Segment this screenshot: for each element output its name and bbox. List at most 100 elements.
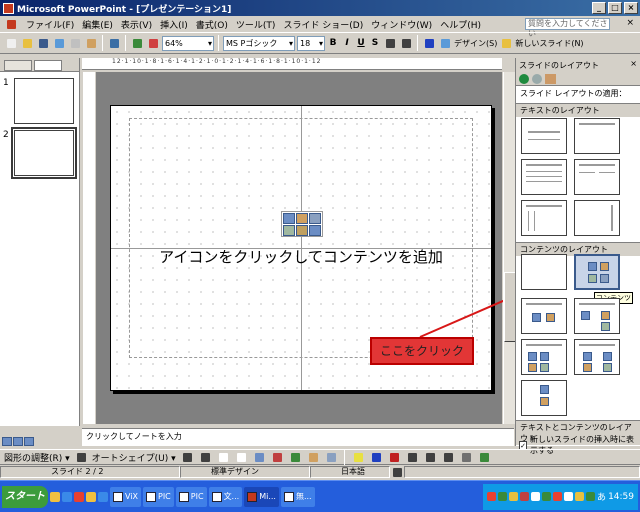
menu-slideshow[interactable]: スライド ショー(D) — [283, 18, 363, 31]
quicklaunch-icon[interactable] — [86, 491, 96, 502]
insert-clipart-icon[interactable] — [309, 213, 321, 224]
sorter-view-icon[interactable] — [13, 437, 23, 446]
quicklaunch-icon[interactable] — [50, 491, 60, 502]
clipart-icon[interactable] — [306, 450, 320, 464]
layout-vertical-title[interactable] — [574, 200, 620, 236]
insert-chart-icon[interactable] — [130, 36, 144, 50]
design-button[interactable]: デザイン(S) — [454, 38, 497, 49]
task-button-pic2[interactable]: PIC — [175, 486, 207, 507]
help-search-input[interactable]: 質問を入力してください — [525, 18, 610, 38]
slideshow-view-icon[interactable] — [24, 437, 34, 446]
undo-icon[interactable] — [107, 36, 121, 50]
font-color-icon[interactable] — [387, 450, 401, 464]
line-icon[interactable] — [180, 450, 194, 464]
new-icon[interactable] — [4, 36, 18, 50]
quicklaunch-icon[interactable] — [74, 491, 84, 502]
layout-title-text[interactable] — [521, 159, 567, 195]
zoom-select[interactable]: 64% — [162, 35, 214, 51]
fill-color-icon[interactable] — [351, 450, 365, 464]
tray-icon[interactable] — [531, 492, 541, 501]
bold-button[interactable]: B — [327, 38, 339, 48]
align-center-icon[interactable] — [399, 36, 413, 50]
layout-title-content[interactable] — [521, 298, 567, 334]
menu-view[interactable]: 表示(V) — [121, 18, 152, 31]
task-button-untitled[interactable]: 無... — [280, 486, 315, 507]
wordart-icon[interactable] — [270, 450, 284, 464]
vertical-scrollbar[interactable] — [503, 72, 516, 424]
italic-button[interactable]: I — [341, 38, 353, 48]
insert-media-icon[interactable] — [309, 225, 321, 236]
task-button-pic1[interactable]: PIC — [143, 486, 174, 507]
menu-file[interactable]: ファイル(F) — [26, 18, 74, 31]
underline-button[interactable]: U — [355, 38, 367, 48]
align-left-icon[interactable] — [383, 36, 397, 50]
tab-outline[interactable] — [4, 60, 32, 71]
tray-icon[interactable] — [575, 492, 585, 501]
tray-icon[interactable] — [553, 492, 563, 501]
layout-content-selected[interactable] — [574, 254, 620, 290]
task-button-doc[interactable]: 文... — [208, 486, 243, 507]
minimize-button[interactable]: _ — [592, 2, 606, 14]
task-pane-close-button[interactable]: × — [630, 59, 637, 68]
tray-icon[interactable] — [564, 492, 574, 501]
dash-style-icon[interactable] — [423, 450, 437, 464]
shadow-button[interactable]: S — [369, 38, 381, 48]
picture-icon[interactable] — [324, 450, 338, 464]
cut-icon[interactable] — [68, 36, 82, 50]
arrow-icon[interactable] — [198, 450, 212, 464]
insert-picture-icon[interactable] — [283, 225, 295, 236]
font-color-icon[interactable] — [422, 36, 436, 50]
shadow-icon[interactable] — [459, 450, 473, 464]
layout-four-content-a[interactable] — [521, 339, 567, 375]
tray-icon[interactable] — [586, 492, 596, 501]
document-close-button[interactable]: × — [626, 18, 634, 28]
layout-content-stack[interactable] — [521, 380, 567, 416]
open-icon[interactable] — [20, 36, 34, 50]
task-button-powerpoint[interactable]: Mi... — [244, 486, 279, 507]
new-slide-button[interactable]: 新しいスライド(N) — [515, 38, 583, 49]
tray-icon[interactable] — [542, 492, 552, 501]
maximize-button[interactable]: □ — [608, 2, 622, 14]
tray-icon[interactable] — [509, 492, 519, 501]
quicklaunch-icon[interactable] — [98, 491, 108, 502]
autoshape-menu-button[interactable]: オートシェイプ(U) ▾ — [92, 451, 176, 464]
layout-title[interactable] — [521, 118, 567, 154]
forward-icon[interactable] — [532, 74, 542, 84]
rectangle-icon[interactable] — [216, 450, 230, 464]
task-button-vix[interactable]: ViX — [110, 486, 141, 507]
layout-blank[interactable] — [521, 254, 567, 290]
document-icon[interactable] — [4, 17, 18, 31]
menu-tools[interactable]: ツール(T) — [236, 18, 276, 31]
notes-pane[interactable]: クリックしてノートを入力 — [82, 428, 514, 446]
layout-two-column[interactable] — [574, 159, 620, 195]
layout-two-content[interactable] — [574, 298, 620, 334]
diagram-icon[interactable] — [288, 450, 302, 464]
draw-menu-button[interactable]: 図形の調整(R) ▾ — [4, 451, 70, 464]
paste-icon[interactable] — [84, 36, 98, 50]
normal-view-icon[interactable] — [2, 437, 12, 446]
insert-table-icon[interactable] — [283, 213, 295, 224]
3d-icon[interactable] — [477, 450, 491, 464]
layout-title-only[interactable] — [574, 118, 620, 154]
slide-thumbnail-1[interactable] — [14, 78, 74, 124]
menu-format[interactable]: 書式(O) — [196, 18, 228, 31]
quicklaunch-icon[interactable] — [62, 491, 72, 502]
start-button[interactable]: スタート — [2, 485, 48, 508]
tab-slides[interactable] — [34, 60, 62, 71]
menu-edit[interactable]: 編集(E) — [82, 18, 113, 31]
close-button[interactable]: × — [624, 2, 638, 14]
insert-diagram-icon[interactable] — [296, 225, 308, 236]
line-style-icon[interactable] — [405, 450, 419, 464]
print-icon[interactable] — [52, 36, 66, 50]
textbox-icon[interactable] — [252, 450, 266, 464]
tray-icon[interactable] — [487, 492, 497, 501]
back-icon[interactable] — [519, 74, 529, 84]
oval-icon[interactable] — [234, 450, 248, 464]
menu-window[interactable]: ウィンドウ(W) — [371, 18, 432, 31]
font-size-select[interactable]: 18 — [297, 35, 325, 51]
home-icon[interactable] — [545, 74, 556, 84]
tray-icon[interactable] — [498, 492, 508, 501]
line-color-icon[interactable] — [369, 450, 383, 464]
save-icon[interactable] — [36, 36, 50, 50]
select-arrow-icon[interactable] — [74, 450, 88, 464]
